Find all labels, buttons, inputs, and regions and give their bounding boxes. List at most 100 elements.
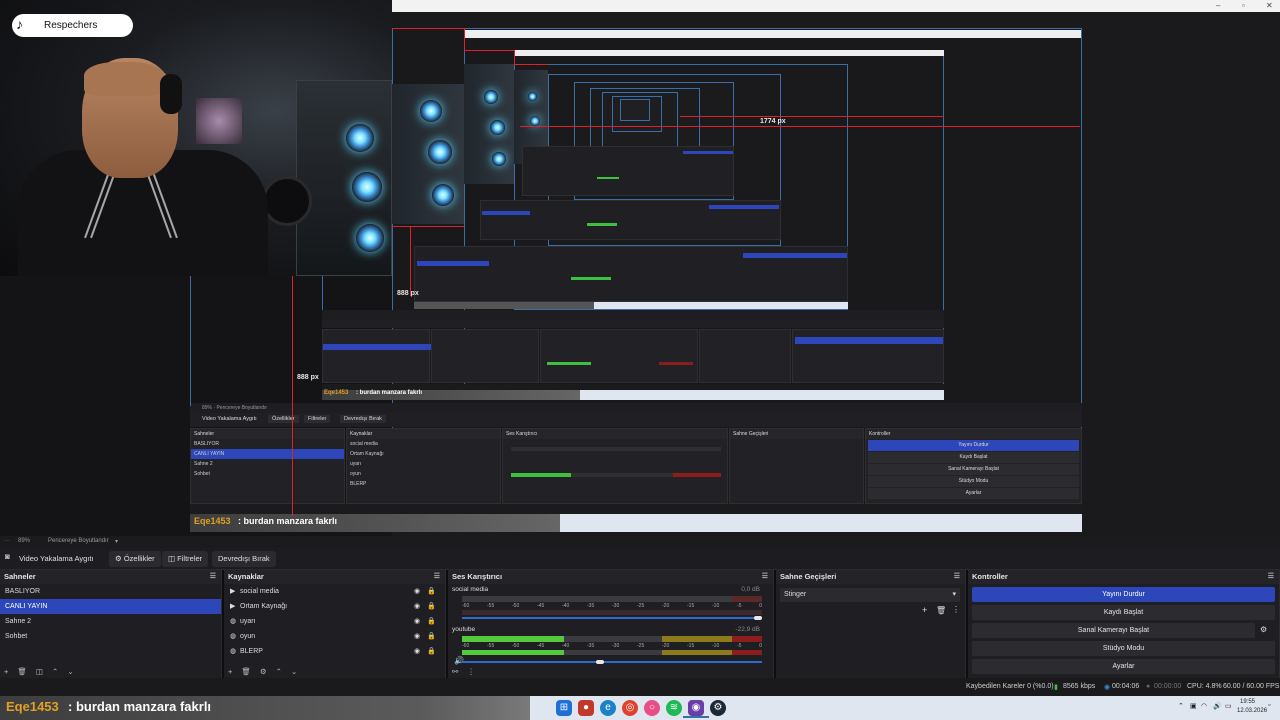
- source-item[interactable]: ▶ social media ◉ 🔒: [224, 584, 445, 599]
- trash-icon[interactable]: 🗑: [241, 667, 251, 676]
- edge-icon[interactable]: e: [600, 700, 616, 716]
- gear-icon[interactable]: ⚙: [260, 667, 267, 676]
- lock-icon[interactable]: 🔒: [427, 614, 436, 629]
- properties-button[interactable]: ⚙ Özellikler: [109, 551, 161, 567]
- eye-icon[interactable]: ◉: [414, 584, 420, 599]
- stop-streaming-button[interactable]: Yayını Durdur: [972, 587, 1275, 602]
- eye-icon[interactable]: ◉: [414, 644, 420, 659]
- px-label-height: 888 px: [297, 374, 319, 381]
- sources-dock-title: Kaynaklar ☰: [224, 570, 445, 584]
- source-item[interactable]: ◍ uyarı ◉ 🔒: [224, 614, 445, 629]
- start-virtual-camera-button[interactable]: Sanal Kamerayı Başlat: [972, 623, 1255, 638]
- fit-to-window-select[interactable]: Pencereye Boyutlandır: [48, 538, 109, 544]
- source-item[interactable]: ◍ oyun ◉ 🔒: [224, 629, 445, 644]
- studio-mode-button[interactable]: Stüdyo Modu: [972, 641, 1275, 656]
- tick: -40: [562, 643, 570, 649]
- nested-control-button: Sanal Kamerayı Başlat: [868, 464, 1079, 475]
- tray-app-icon[interactable]: ▣: [1190, 702, 1197, 710]
- zoom-level[interactable]: 89%: [18, 538, 30, 544]
- lock-icon[interactable]: 🔒: [427, 629, 436, 644]
- nested-control-button: Stüdyo Modu: [868, 476, 1079, 487]
- transition-select[interactable]: Stinger ▾: [780, 588, 960, 602]
- dock-menu-icon[interactable]: ☰: [1268, 570, 1274, 584]
- slider-knob[interactable]: [754, 616, 762, 620]
- filters-label: Filtreler: [177, 554, 203, 563]
- eye-icon[interactable]: ◉: [414, 629, 420, 644]
- slider-knob[interactable]: [596, 660, 604, 664]
- trash-icon[interactable]: 🗑: [17, 667, 27, 676]
- settings-button[interactable]: Ayarlar: [972, 659, 1275, 674]
- nested-frame-edge: [190, 276, 191, 406]
- add-icon[interactable]: +: [4, 667, 8, 676]
- dock-menu-icon[interactable]: ☰: [434, 570, 440, 584]
- disable-button[interactable]: Devredışı Bırak: [212, 551, 276, 567]
- track-db: 0,0 dB: [741, 586, 760, 593]
- battery-icon[interactable]: ▭: [1225, 702, 1232, 710]
- more-icon[interactable]: ⋮: [952, 605, 960, 614]
- tick: -30: [612, 643, 620, 649]
- lock-icon[interactable]: 🔒: [427, 599, 436, 614]
- nested-meter: [511, 447, 721, 451]
- move-up-icon[interactable]: ⌃: [52, 667, 58, 676]
- volume-slider[interactable]: [462, 616, 762, 620]
- scene-item-basliyor[interactable]: BASLIYOR: [0, 584, 221, 599]
- link-icon[interactable]: ⚯: [452, 667, 458, 676]
- px-label-height-nested: 888 px: [397, 290, 419, 297]
- source-item[interactable]: ◍ BLERP ◉ 🔒: [224, 644, 445, 659]
- lock-icon[interactable]: 🔒: [427, 644, 436, 659]
- gear-icon[interactable]: ⚙: [1260, 625, 1267, 634]
- dock-menu-icon[interactable]: ☰: [210, 570, 216, 584]
- hand: [84, 62, 164, 96]
- trash-icon[interactable]: 🗑: [936, 606, 946, 615]
- wifi-icon[interactable]: ◠: [1201, 702, 1207, 710]
- notification-icon[interactable]: ▫: [1268, 702, 1270, 709]
- lock-icon[interactable]: 🔒: [427, 584, 436, 599]
- nested-control-button: Yayını Durdur: [868, 440, 1079, 451]
- measure-line: [464, 50, 514, 51]
- add-icon[interactable]: +: [922, 605, 927, 615]
- nested2-meter-red: [659, 362, 693, 365]
- mixer-track-youtube: youtube -22,9 dB -60 -55 -50 -45 -40 -35 -30 -2…: [452, 626, 764, 672]
- measure-line: [464, 28, 465, 50]
- add-icon[interactable]: +: [228, 667, 232, 676]
- preview-zoom-bar: ··· 89% Pencereye Boyutlandır ▾: [0, 536, 1280, 548]
- filter-icon[interactable]: ◫: [36, 667, 43, 676]
- dock-menu-icon[interactable]: ☰: [954, 570, 960, 584]
- dock-menu-icon[interactable]: ☰: [762, 570, 768, 584]
- tick: -55: [487, 643, 495, 649]
- source-item[interactable]: ▶ Ortam Kaynağı ◉ 🔒: [224, 599, 445, 614]
- tick: -60: [462, 603, 470, 609]
- more-icon[interactable]: ⋮: [467, 667, 475, 676]
- chrome-icon[interactable]: ◎: [622, 700, 638, 716]
- obs-icon[interactable]: ◉: [688, 700, 704, 716]
- chevron-down-icon[interactable]: ▾: [115, 538, 118, 545]
- chevron-up-icon[interactable]: ⌃: [1178, 702, 1184, 710]
- nested-controls-title: Kontroller: [866, 429, 1081, 439]
- browser-icon[interactable]: ○: [644, 700, 660, 716]
- volume-icon[interactable]: 🔊: [1213, 702, 1222, 710]
- scenes-dock: Sahneler ☰ BASLIYOR CANLI YAYIN Sahne 2 S…: [0, 570, 222, 678]
- filters-button[interactable]: ◫ Filtreler: [162, 551, 209, 567]
- move-up-icon[interactable]: ⌃: [276, 667, 282, 676]
- clock-time[interactable]: 19:55: [1240, 699, 1255, 705]
- meter-ticks: -60 -55 -50 -45 -40 -35 -30 -25 -20 -15 -10 -5 0: [462, 603, 762, 609]
- nested-toolbar: Video Yakalama Aygıtı Özellikler Filtrel…: [190, 413, 1082, 427]
- scene-item-canli-yayin[interactable]: CANLI YAYIN: [0, 599, 221, 614]
- app-icon[interactable]: ●: [578, 700, 594, 716]
- move-down-icon[interactable]: ⌄: [67, 667, 73, 676]
- controls-dock: Kontroller ☰ Yayını Durdur Kaydı Başlat S…: [968, 570, 1280, 678]
- tick: -25: [637, 603, 645, 609]
- start-recording-button[interactable]: Kaydı Başlat: [972, 605, 1275, 620]
- clock-date[interactable]: 12.03.2026: [1237, 708, 1267, 714]
- eye-icon[interactable]: ◉: [414, 614, 420, 629]
- volume-slider[interactable]: [462, 660, 762, 664]
- scene-item-sohbet[interactable]: Sohbet: [0, 629, 221, 644]
- steam-icon[interactable]: ⚙: [710, 700, 726, 716]
- scene-item-sahne-2[interactable]: Sahne 2: [0, 614, 221, 629]
- eye-icon[interactable]: ◉: [414, 599, 420, 614]
- dropped-frames: Kaybedilen Kareler 0 (%0.0): [966, 683, 1054, 690]
- windows-start-icon[interactable]: ⊞: [556, 700, 572, 716]
- move-down-icon[interactable]: ⌄: [291, 667, 297, 676]
- spotify-icon[interactable]: ≋: [666, 700, 682, 716]
- source-toolbar: ◙ Video Yakalama Aygıtı ⚙ Özellikler ◫ F…: [0, 548, 1280, 570]
